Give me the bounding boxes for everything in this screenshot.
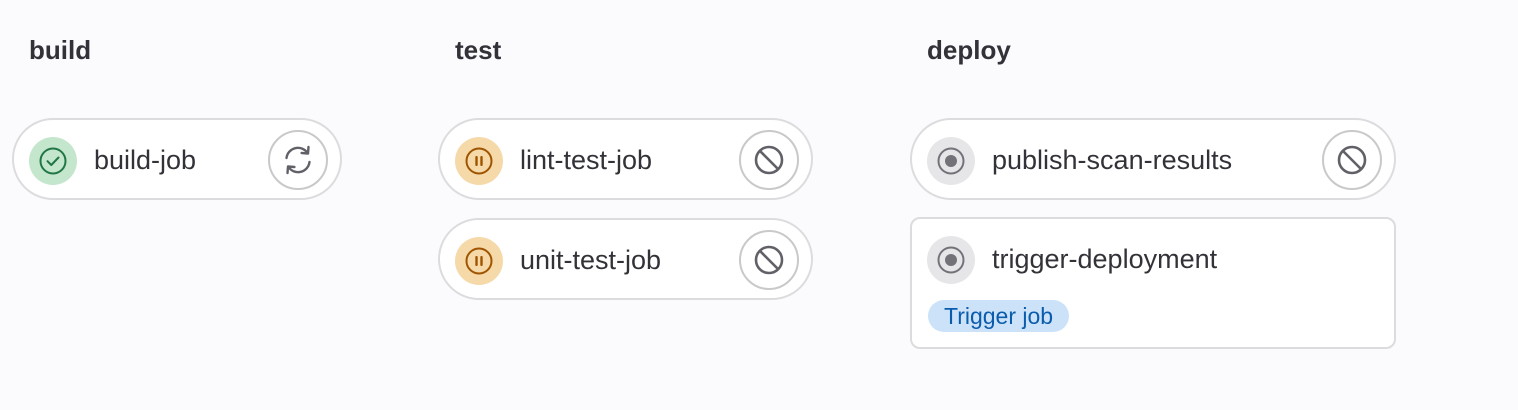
- job-build-job[interactable]: build-job: [12, 118, 342, 200]
- job-name[interactable]: lint-test-job: [520, 142, 652, 178]
- job-unit-test-job[interactable]: unit-test-job: [438, 218, 813, 300]
- created-circle-icon: [927, 236, 975, 284]
- pause-circle-icon: [455, 137, 503, 185]
- trigger-job-badge: Trigger job: [928, 300, 1070, 332]
- check-circle-icon: [29, 137, 77, 185]
- cancel-icon: [1334, 142, 1370, 178]
- stage-title-deploy: deploy: [927, 35, 1011, 65]
- job-lint-test-job[interactable]: lint-test-job: [438, 118, 813, 200]
- pause-circle-icon: [455, 237, 503, 285]
- job-name[interactable]: trigger-deployment: [992, 241, 1217, 277]
- retry-button[interactable]: [268, 130, 328, 190]
- created-circle-icon: [927, 137, 975, 185]
- cancel-icon: [751, 242, 787, 278]
- job-trigger-deployment[interactable]: trigger-deployment Trigger job: [910, 217, 1396, 349]
- job-publish-scan-results[interactable]: publish-scan-results: [910, 118, 1396, 200]
- cancel-icon: [751, 142, 787, 178]
- job-name[interactable]: build-job: [94, 142, 196, 178]
- stage-title-test: test: [455, 35, 502, 65]
- cancel-button[interactable]: [739, 130, 799, 190]
- job-name[interactable]: publish-scan-results: [992, 142, 1232, 178]
- cancel-button[interactable]: [1322, 130, 1382, 190]
- retry-icon: [280, 142, 316, 178]
- job-name[interactable]: unit-test-job: [520, 242, 661, 278]
- cancel-button[interactable]: [739, 230, 799, 290]
- stage-title-build: build: [29, 35, 92, 65]
